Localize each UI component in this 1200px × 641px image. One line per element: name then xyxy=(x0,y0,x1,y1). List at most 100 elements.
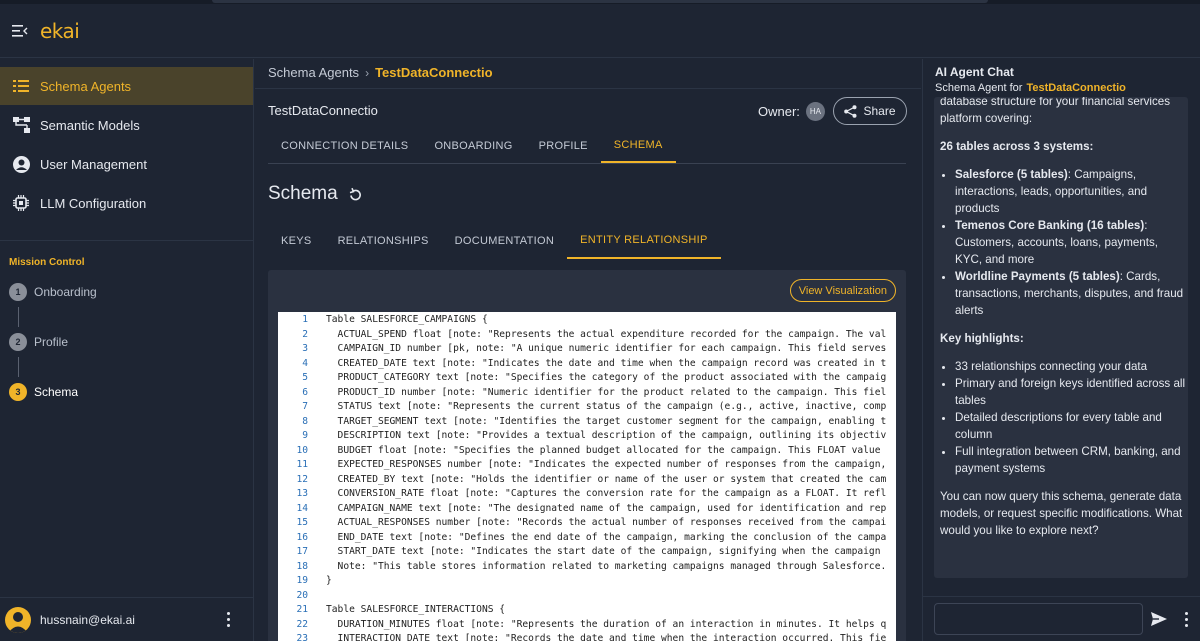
line-number: 9 xyxy=(302,430,308,441)
share-button[interactable]: Share xyxy=(833,97,907,125)
step-number: 3 xyxy=(9,383,27,401)
send-icon[interactable] xyxy=(1149,609,1169,629)
tab-keys[interactable]: KEYS xyxy=(268,223,325,259)
sidebar-item-label: Schema Agents xyxy=(40,78,132,94)
code-line: 3 CAMPAIGN_ID number [pk, note: "A uniqu… xyxy=(278,342,896,357)
code-text: PRODUCT_ID number [note: "Numeric identi… xyxy=(326,386,887,398)
user-profile-row[interactable]: hussnain@ekai.ai xyxy=(0,597,254,641)
breadcrumb-current: TestDataConnectio xyxy=(375,65,493,80)
code-text: STATUS text [note: "Represents the curre… xyxy=(326,401,887,412)
view-visualization-button[interactable]: View Visualization xyxy=(789,279,896,302)
code-text: INTERACTION_DATE text [note: "Records th… xyxy=(326,633,887,641)
tab-documentation[interactable]: DOCUMENTATION xyxy=(442,223,567,259)
code-line: 20 xyxy=(278,589,896,604)
line-number: 5 xyxy=(302,372,308,383)
share-icon xyxy=(844,104,857,118)
step-schema[interactable]: 3 Schema xyxy=(0,382,253,402)
chat-tables-heading: 26 tables across 3 systems: xyxy=(940,140,1094,153)
code-editor[interactable]: 1 Table SALESFORCE_CAMPAIGNS {2 ACTUAL_SP… xyxy=(278,312,896,641)
owner: Owner: HA xyxy=(758,102,825,121)
menu-collapse-icon[interactable] xyxy=(12,24,28,38)
code-text: TARGET_SEGMENT text [note: "Identifies t… xyxy=(326,415,887,427)
code-text: DURATION_MINUTES float [note: "Represent… xyxy=(326,618,887,630)
code-text: PRODUCT_CATEGORY text [note: "Specifies … xyxy=(326,372,887,383)
step-connector xyxy=(18,357,19,377)
code-line: 16 END_DATE text [note: "Defines the end… xyxy=(278,531,896,546)
entity-relationship-panel: View Visualization 1 Table SALESFORCE_CAM… xyxy=(268,270,906,641)
breadcrumb-root[interactable]: Schema Agents xyxy=(268,65,359,80)
tab-profile[interactable]: PROFILE xyxy=(526,129,601,163)
tab-entity-relationship[interactable]: ENTITY RELATIONSHIP xyxy=(567,223,721,259)
tab-relationships[interactable]: RELATIONSHIPS xyxy=(325,223,442,259)
sidebar-divider xyxy=(0,240,253,241)
list-item: Full integration between CRM, banking, a… xyxy=(955,443,1186,477)
chat-title: AI Agent Chat xyxy=(935,65,1014,79)
chat-input[interactable] xyxy=(934,603,1143,635)
code-line: 6 PRODUCT_ID number [note: "Numeric iden… xyxy=(278,386,896,401)
owner-label: Owner: xyxy=(758,104,800,119)
schema-subtabs: KEYS RELATIONSHIPS DOCUMENTATION ENTITY … xyxy=(268,223,721,259)
code-line: 5 PRODUCT_CATEGORY text [note: "Specifie… xyxy=(278,371,896,386)
more-options-icon[interactable] xyxy=(218,610,238,630)
code-line: 4 CREATED_DATE text [note: "Indicates th… xyxy=(278,357,896,372)
code-text: ACTUAL_SPEND float [note: "Represents th… xyxy=(326,328,887,340)
app-header: ekai xyxy=(0,4,1200,58)
connection-name: TestDataConnectio xyxy=(268,103,378,118)
chat-subtitle-prefix: Schema Agent for xyxy=(935,82,1023,94)
tab-onboarding[interactable]: ONBOARDING xyxy=(421,129,525,163)
code-text: Note: "This table stores information rel… xyxy=(326,560,887,572)
list-item: 33 relationships connecting your data xyxy=(955,358,1186,375)
line-number: 19 xyxy=(296,575,308,586)
code-line: 18 Note: "This table stores information … xyxy=(278,560,896,575)
line-number: 4 xyxy=(302,357,308,369)
list-item: Salesforce (5 tables): Campaigns, intera… xyxy=(955,166,1186,217)
list-icon xyxy=(12,77,30,95)
code-line: 2 ACTUAL_SPEND float [note: "Represents … xyxy=(278,328,896,343)
app-logo[interactable]: ekai xyxy=(40,19,80,43)
sidebar-item-label: Semantic Models xyxy=(40,117,140,133)
sidebar-item-label: LLM Configuration xyxy=(40,195,147,211)
chat-message-content: database structure for your financial se… xyxy=(940,97,1186,550)
code-line: 21 Table SALESFORCE_INTERACTIONS { xyxy=(278,603,896,618)
step-label: Onboarding xyxy=(34,285,97,299)
share-label: Share xyxy=(863,104,896,118)
code-line: 10 BUDGET float [note: "Specifies the pl… xyxy=(278,444,896,459)
code-text: Table SALESFORCE_INTERACTIONS { xyxy=(326,604,506,615)
schema-title-text: Schema xyxy=(268,183,338,204)
code-line: 14 CAMPAIGN_NAME text [note: "The design… xyxy=(278,502,896,517)
chat-header: AI Agent Chat Schema Agent for TestDataCo… xyxy=(923,59,1200,97)
refresh-icon[interactable] xyxy=(348,187,363,202)
code-text: DESCRIPTION text [note: "Provides a text… xyxy=(326,430,887,441)
step-label: Schema xyxy=(34,385,79,399)
chat-intro: database structure for your financial se… xyxy=(940,97,1171,125)
sidebar-item-llm-configuration[interactable]: LLM Configuration xyxy=(0,184,253,222)
chat-message: database structure for your financial se… xyxy=(934,97,1188,578)
sidebar-item-schema-agents[interactable]: Schema Agents xyxy=(0,67,253,105)
code-text: Table SALESFORCE_CAMPAIGNS { xyxy=(326,314,488,325)
sidebar-item-semantic-models[interactable]: Semantic Models xyxy=(0,106,253,144)
chat-more-options-icon[interactable] xyxy=(1179,609,1193,629)
list-item: Temenos Core Banking (16 tables): Custom… xyxy=(955,217,1186,268)
list-item: Primary and foreign keys identified acro… xyxy=(955,375,1186,409)
tab-connection-details[interactable]: CONNECTION DETAILS xyxy=(268,129,421,163)
line-number: 17 xyxy=(296,546,308,557)
code-text: BUDGET float [note: "Specifies the plann… xyxy=(326,444,881,456)
code-line: 12 CREATED_BY text [note: "Holds the ide… xyxy=(278,473,896,488)
code-text: START_DATE text [note: "Indicates the st… xyxy=(326,546,881,557)
code-lines: 1 Table SALESFORCE_CAMPAIGNS {2 ACTUAL_SP… xyxy=(278,313,896,641)
window-top-bar xyxy=(212,0,988,3)
connection-tabs: CONNECTION DETAILS ONBOARDING PROFILE SC… xyxy=(268,129,676,163)
step-onboarding[interactable]: 1 Onboarding xyxy=(0,282,253,302)
code-text: ACTUAL_RESPONSES number [note: "Records … xyxy=(326,517,887,528)
chat-subtitle: Schema Agent for TestDataConnectio xyxy=(935,82,1200,94)
code-line: 23 INTERACTION_DATE text [note: "Records… xyxy=(278,632,896,641)
line-number: 13 xyxy=(296,488,308,499)
code-text: CREATED_BY text [note: "Holds the identi… xyxy=(326,473,887,485)
tab-schema[interactable]: SCHEMA xyxy=(600,129,676,163)
sidebar-item-user-management[interactable]: User Management xyxy=(0,145,253,183)
list-item: Detailed descriptions for every table an… xyxy=(955,409,1186,443)
step-profile[interactable]: 2 Profile xyxy=(0,332,253,352)
highlights-list: 33 relationships connecting your data Pr… xyxy=(940,358,1186,477)
hierarchy-icon xyxy=(12,116,30,134)
